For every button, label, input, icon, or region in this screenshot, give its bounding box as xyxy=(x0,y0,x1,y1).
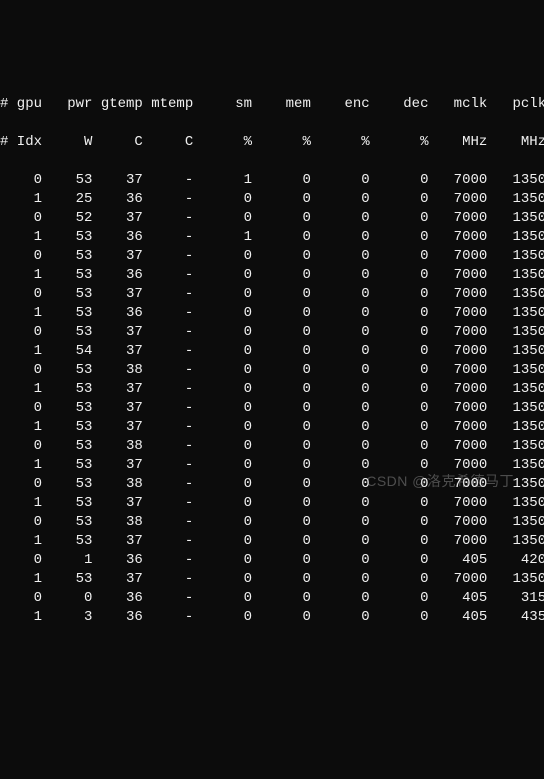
table-row: 1 53 37 - 0 0 0 0 7000 1350 xyxy=(0,418,544,437)
table-row: 1 54 37 - 0 0 0 0 7000 1350 xyxy=(0,342,544,361)
table-row: 1 53 36 - 0 0 0 0 7000 1350 xyxy=(0,304,544,323)
table-row: 1 3 36 - 0 0 0 0 405 435 xyxy=(0,608,544,627)
table-row: 1 25 36 - 0 0 0 0 7000 1350 xyxy=(0,190,544,209)
table-row: 1 53 36 - 0 0 0 0 7000 1350 xyxy=(0,266,544,285)
table-row: 1 53 37 - 0 0 0 0 7000 1350 xyxy=(0,456,544,475)
header-row-2: # Idx W C C % % % % MHz MHz xyxy=(0,133,544,152)
table-row: 0 1 36 - 0 0 0 0 405 420 xyxy=(0,551,544,570)
header-row-1: # gpu pwr gtemp mtemp sm mem enc dec mcl… xyxy=(0,95,544,114)
data-rows: 0 53 37 - 1 0 0 0 7000 1350 1 25 36 - 0 … xyxy=(0,171,544,627)
table-row: 0 53 37 - 0 0 0 0 7000 1350 xyxy=(0,399,544,418)
table-row: 0 53 38 - 0 0 0 0 7000 1350 xyxy=(0,475,544,494)
table-row: 0 53 37 - 0 0 0 0 7000 1350 xyxy=(0,323,544,342)
table-row: 1 53 37 - 0 0 0 0 7000 1350 xyxy=(0,380,544,399)
table-row: 0 53 38 - 0 0 0 0 7000 1350 xyxy=(0,437,544,456)
table-row: 0 53 37 - 0 0 0 0 7000 1350 xyxy=(0,247,544,266)
table-row: 0 0 36 - 0 0 0 0 405 315 xyxy=(0,589,544,608)
table-row: 0 53 38 - 0 0 0 0 7000 1350 xyxy=(0,513,544,532)
table-row: 1 53 37 - 0 0 0 0 7000 1350 xyxy=(0,570,544,589)
table-row: 0 53 37 - 1 0 0 0 7000 1350 xyxy=(0,171,544,190)
table-row: 1 53 36 - 1 0 0 0 7000 1350 xyxy=(0,228,544,247)
table-row: 1 53 37 - 0 0 0 0 7000 1350 xyxy=(0,532,544,551)
table-row: 1 53 37 - 0 0 0 0 7000 1350 xyxy=(0,494,544,513)
table-row: 0 53 37 - 0 0 0 0 7000 1350 xyxy=(0,285,544,304)
table-row: 0 52 37 - 0 0 0 0 7000 1350 xyxy=(0,209,544,228)
terminal-output: # gpu pwr gtemp mtemp sm mem enc dec mcl… xyxy=(0,76,544,646)
table-row: 0 53 38 - 0 0 0 0 7000 1350 xyxy=(0,361,544,380)
